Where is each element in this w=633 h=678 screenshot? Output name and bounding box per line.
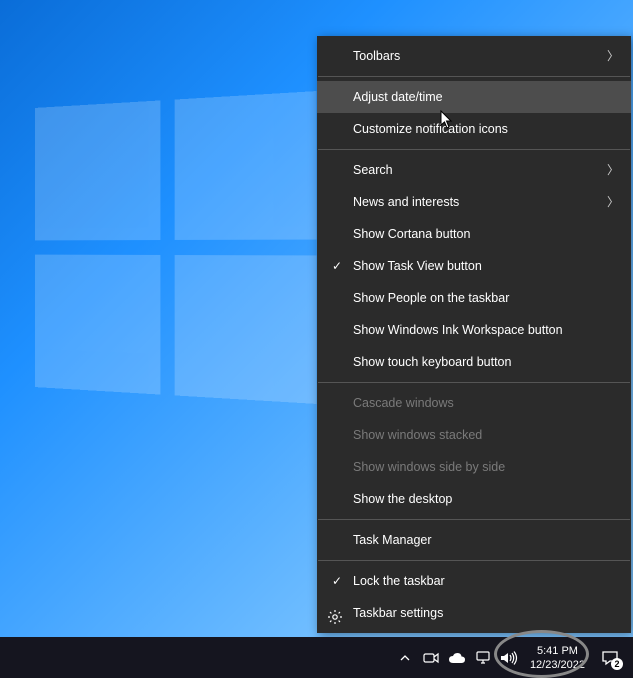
action-center-icon[interactable]: 2 <box>595 637 625 678</box>
onedrive-icon[interactable] <box>446 637 468 678</box>
clock-time: 5:41 PM <box>530 644 585 658</box>
chevron-right-icon: 〉 <box>607 186 619 218</box>
menu-label: Show the desktop <box>353 492 452 506</box>
notification-badge: 2 <box>611 658 623 670</box>
chevron-right-icon: 〉 <box>607 154 619 186</box>
menu-label: Show touch keyboard button <box>353 355 511 369</box>
menu-item-show-touchkb[interactable]: Show touch keyboard button <box>317 346 631 378</box>
menu-item-show-taskview[interactable]: ✓ Show Task View button <box>317 250 631 282</box>
menu-label: Toolbars <box>353 49 400 63</box>
menu-label: Show Cortana button <box>353 227 470 241</box>
menu-item-news-interests[interactable]: News and interests 〉 <box>317 186 631 218</box>
system-tray: 5:41 PM 12/23/2022 2 <box>394 637 633 678</box>
clock-date: 12/23/2022 <box>530 658 585 672</box>
menu-item-lock-taskbar[interactable]: ✓ Lock the taskbar <box>317 565 631 597</box>
menu-separator <box>318 560 630 561</box>
menu-item-customize-notification-icons[interactable]: Customize notification icons <box>317 113 631 145</box>
volume-icon[interactable] <box>498 637 520 678</box>
menu-item-show-people[interactable]: Show People on the taskbar <box>317 282 631 314</box>
windows-logo <box>35 91 316 404</box>
menu-label: Show People on the taskbar <box>353 291 509 305</box>
menu-item-adjust-datetime[interactable]: Adjust date/time <box>317 81 631 113</box>
menu-label: Show Task View button <box>353 259 482 273</box>
menu-item-show-cortana[interactable]: Show Cortana button <box>317 218 631 250</box>
gear-icon <box>327 605 343 621</box>
menu-item-cascade: Cascade windows <box>317 387 631 419</box>
desktop[interactable]: Toolbars 〉 Adjust date/time Customize no… <box>0 0 633 637</box>
menu-item-search[interactable]: Search 〉 <box>317 154 631 186</box>
menu-label: Show windows side by side <box>353 460 505 474</box>
taskbar-clock[interactable]: 5:41 PM 12/23/2022 <box>524 644 591 672</box>
menu-item-task-manager[interactable]: Task Manager <box>317 524 631 556</box>
menu-label: Adjust date/time <box>353 90 443 104</box>
menu-item-toolbars[interactable]: Toolbars 〉 <box>317 40 631 72</box>
tray-overflow-button[interactable] <box>394 637 416 678</box>
menu-label: Search <box>353 163 393 177</box>
menu-item-stacked: Show windows stacked <box>317 419 631 451</box>
taskbar-context-menu: Toolbars 〉 Adjust date/time Customize no… <box>317 36 631 633</box>
check-icon: ✓ <box>327 250 347 282</box>
menu-label: Cascade windows <box>353 396 454 410</box>
menu-label: Lock the taskbar <box>353 574 445 588</box>
taskbar[interactable]: 5:41 PM 12/23/2022 2 <box>0 637 633 678</box>
menu-separator <box>318 149 630 150</box>
chevron-right-icon: 〉 <box>607 40 619 72</box>
menu-label: Task Manager <box>353 533 432 547</box>
menu-label: Show windows stacked <box>353 428 482 442</box>
meet-now-icon[interactable] <box>420 637 442 678</box>
check-icon: ✓ <box>327 565 347 597</box>
menu-label: Customize notification icons <box>353 122 508 136</box>
menu-item-show-desktop[interactable]: Show the desktop <box>317 483 631 515</box>
menu-item-show-ink[interactable]: Show Windows Ink Workspace button <box>317 314 631 346</box>
menu-label: Taskbar settings <box>353 606 443 620</box>
menu-item-taskbar-settings[interactable]: Taskbar settings <box>317 597 631 629</box>
network-icon[interactable] <box>472 637 494 678</box>
menu-separator <box>318 382 630 383</box>
menu-separator <box>318 76 630 77</box>
menu-item-sidebyside: Show windows side by side <box>317 451 631 483</box>
menu-separator <box>318 519 630 520</box>
menu-label: News and interests <box>353 195 459 209</box>
menu-label: Show Windows Ink Workspace button <box>353 323 563 337</box>
